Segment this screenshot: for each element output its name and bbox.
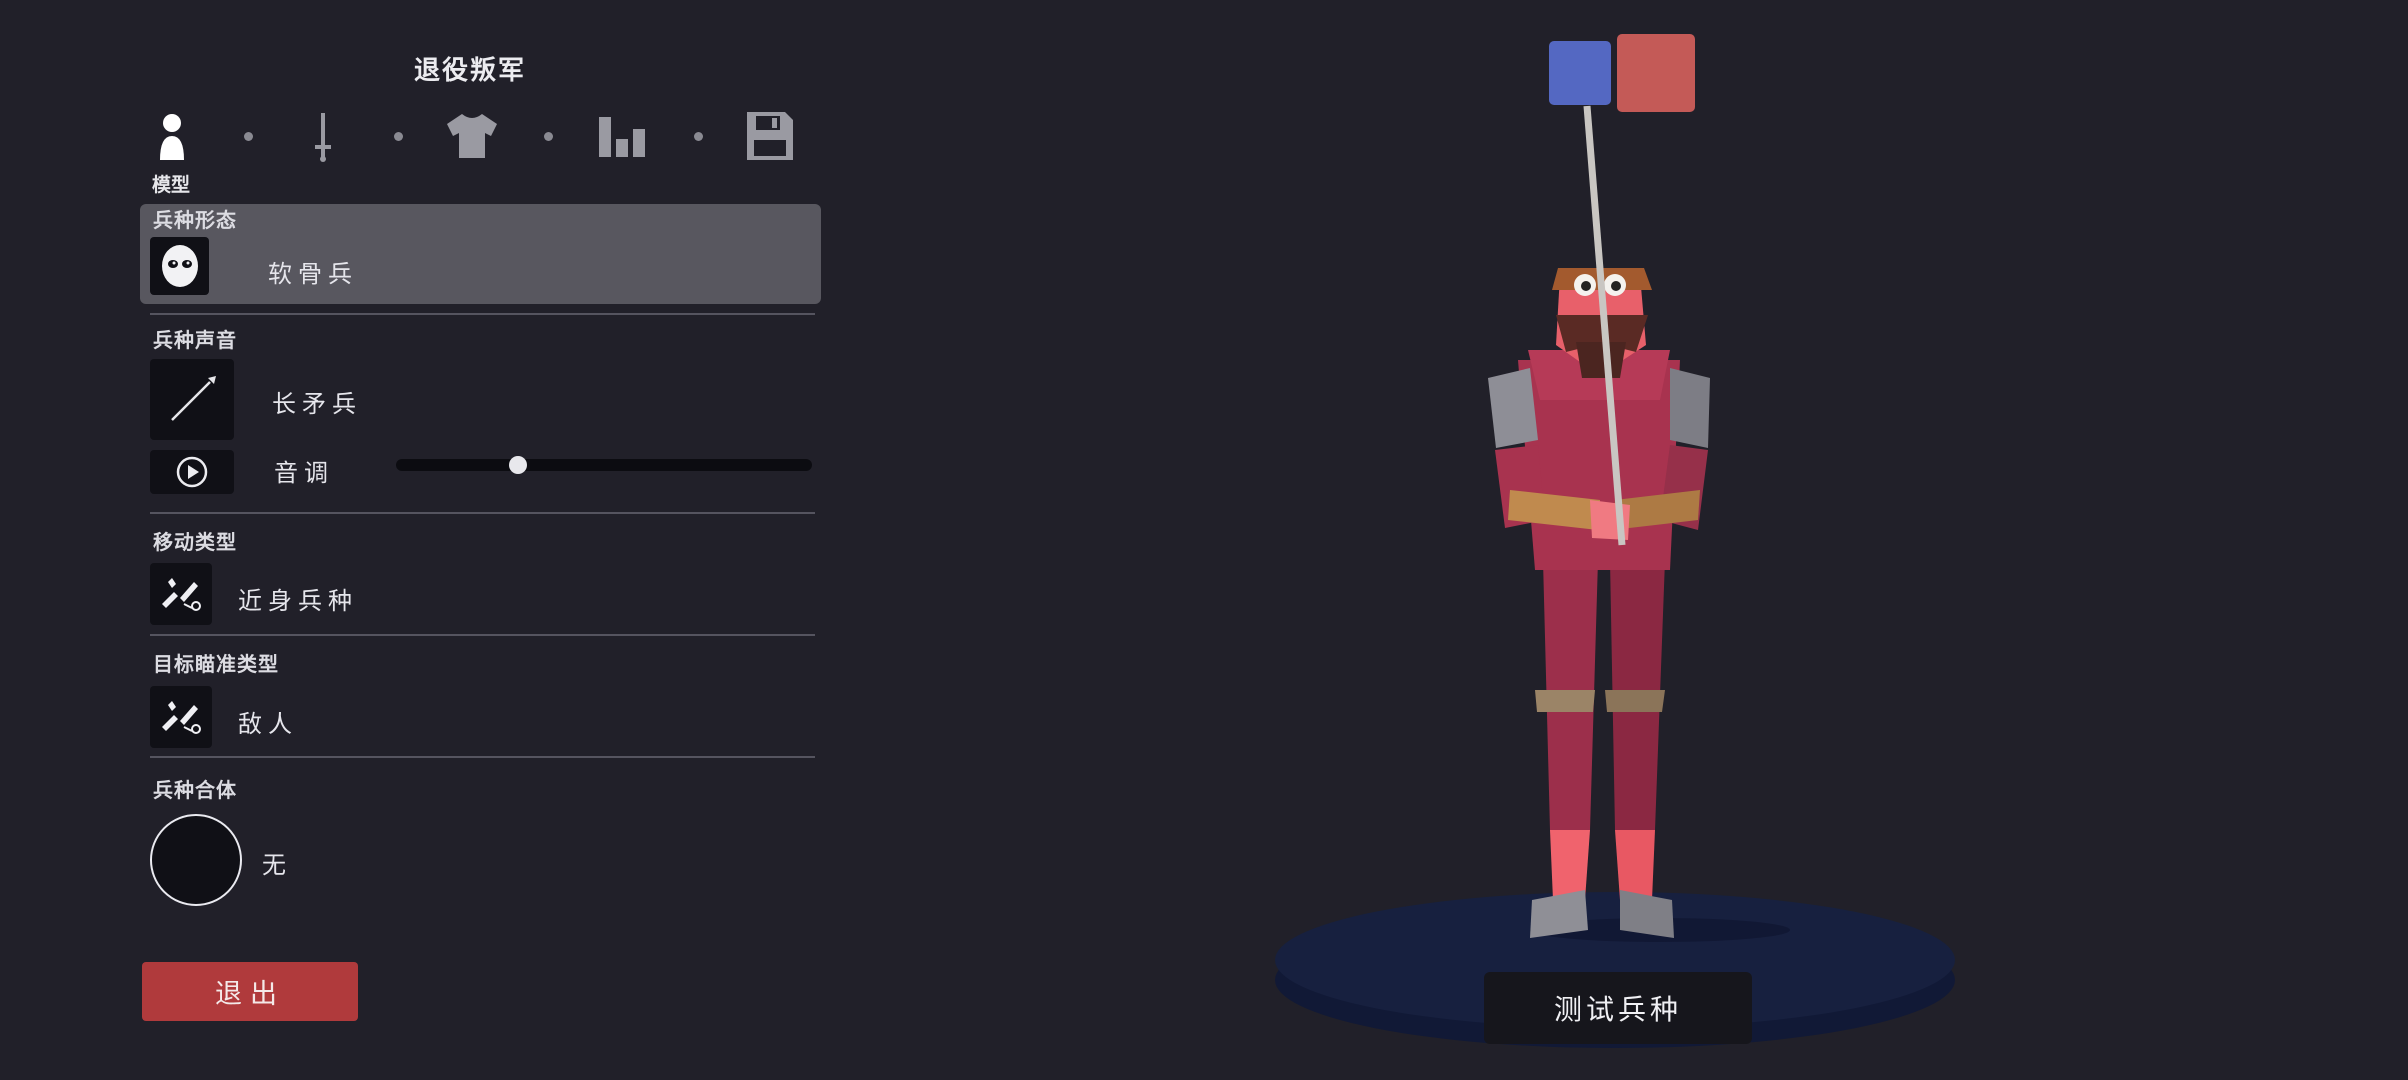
section-divider (150, 756, 815, 758)
spear-icon[interactable] (150, 359, 234, 440)
shirt-icon[interactable] (444, 110, 500, 162)
play-icon[interactable] (150, 450, 234, 494)
unit-combine-label: 兵种合体 (153, 778, 237, 802)
section-divider (150, 313, 815, 315)
unit-voice-label: 兵种声音 (153, 328, 237, 352)
team-blue-swatch[interactable] (1549, 41, 1611, 105)
movement-type-value: 近身兵种 (238, 587, 358, 615)
unit-voice-value: 长矛兵 (272, 390, 362, 418)
combine-value: 无 (262, 851, 292, 879)
exit-button[interactable]: 退出 (142, 962, 358, 1021)
test-unit-button[interactable]: 测试兵种 (1484, 972, 1752, 1044)
sword-icon[interactable] (306, 108, 340, 164)
melee-unit-icon[interactable] (150, 563, 212, 625)
pitch-label: 音调 (274, 459, 334, 487)
step-separator-dot (394, 132, 403, 141)
unit-name-title: 退役叛军 (413, 56, 526, 86)
section-divider (150, 512, 815, 514)
person-icon[interactable] (152, 110, 192, 164)
targeting-type-label: 目标瞄准类型 (153, 652, 279, 676)
pitch-slider-thumb[interactable] (509, 456, 527, 474)
stats-icon[interactable] (596, 112, 648, 160)
step-separator-dot (244, 132, 253, 141)
step-separator-dot (694, 132, 703, 141)
mask-face-icon[interactable] (150, 237, 209, 295)
unit-form-panel[interactable] (140, 204, 821, 304)
combine-slot[interactable] (150, 814, 242, 906)
target-unit-icon[interactable] (150, 686, 212, 748)
step-separator-dot (544, 132, 553, 141)
targeting-type-value: 敌人 (238, 710, 298, 738)
unit-preview (1275, 105, 1955, 1048)
unit-form-label: 兵种形态 (153, 208, 237, 232)
save-icon[interactable] (744, 108, 796, 164)
movement-type-label: 移动类型 (153, 530, 237, 554)
step-label-model: 模型 (152, 174, 191, 196)
pitch-slider-track[interactable] (396, 459, 812, 471)
unit-form-value: 软骨兵 (268, 260, 358, 288)
section-divider (150, 634, 815, 636)
